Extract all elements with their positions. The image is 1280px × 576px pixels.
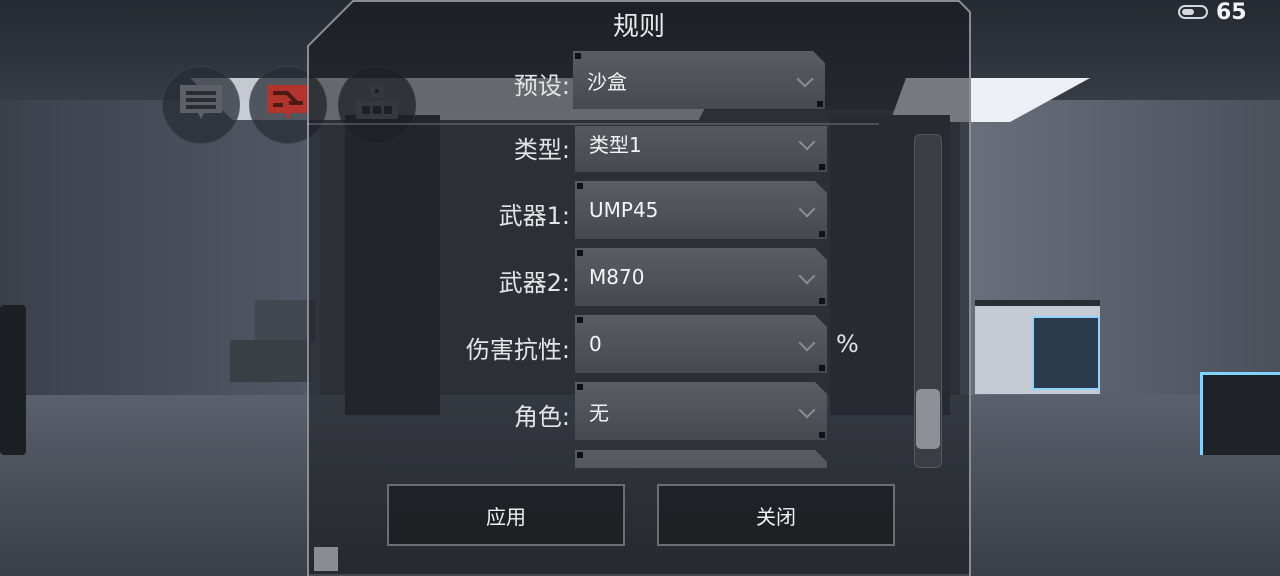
- role-value: 无: [589, 400, 609, 425]
- preset-label: 预设:: [513, 72, 570, 100]
- preset-value: 沙盒: [587, 69, 627, 94]
- weapon2-label: 武器2:: [498, 269, 570, 297]
- battery-indicator: [1178, 4, 1208, 20]
- divider: [307, 123, 879, 125]
- chevron-down-icon: [798, 267, 816, 285]
- preset-select[interactable]: 沙盒: [573, 51, 825, 109]
- cabinet-screen: [1032, 316, 1100, 390]
- chevron-down-icon: [796, 70, 814, 88]
- chevron-down-icon: [798, 133, 816, 151]
- dialog-title: 规则: [612, 12, 665, 42]
- damage-resistance-select[interactable]: 0: [575, 315, 827, 373]
- role-select[interactable]: 无: [575, 382, 827, 440]
- team-chat-icon: [263, 81, 313, 129]
- crate: [255, 300, 315, 342]
- weapon1-select[interactable]: UMP45: [575, 181, 827, 239]
- glowing-box: [1200, 372, 1280, 455]
- type-label: 类型:: [513, 136, 570, 164]
- damage-resistance-label: 伤害抗性:: [465, 336, 570, 364]
- crate: [230, 340, 310, 382]
- battery-fill: [1182, 9, 1195, 15]
- chat-button[interactable]: [162, 66, 240, 144]
- cabinet: [975, 300, 1100, 394]
- chat-icon: [176, 81, 226, 129]
- weapon1-value: UMP45: [589, 198, 659, 222]
- role-label: 角色:: [513, 403, 570, 431]
- chevron-down-icon: [798, 334, 816, 352]
- scrollbar[interactable]: [914, 134, 942, 468]
- type-value: 类型1: [589, 132, 642, 157]
- percent-unit: %: [836, 330, 859, 358]
- chevron-down-icon: [798, 401, 816, 419]
- weapon2-select[interactable]: M870: [575, 248, 827, 306]
- weapon2-value: M870: [589, 265, 645, 289]
- next-select-partial[interactable]: [575, 450, 827, 468]
- rules-list[interactable]: 类型: 类型1 武器1: UMP45 武器2: M870 伤害抗性: 0 % 角…: [307, 126, 971, 468]
- scrollbar-thumb[interactable]: [916, 389, 940, 449]
- apply-button[interactable]: 应用: [387, 484, 625, 546]
- barrel: [0, 305, 26, 455]
- weapon1-label: 武器1:: [498, 202, 570, 230]
- resize-handle[interactable]: [314, 547, 338, 571]
- type-select[interactable]: 类型1: [575, 126, 827, 172]
- close-button[interactable]: 关闭: [657, 484, 895, 546]
- damage-resistance-value: 0: [589, 332, 602, 356]
- chevron-down-icon: [798, 200, 816, 218]
- battery-icon: [1178, 5, 1208, 19]
- battery-value: 65: [1216, 0, 1247, 25]
